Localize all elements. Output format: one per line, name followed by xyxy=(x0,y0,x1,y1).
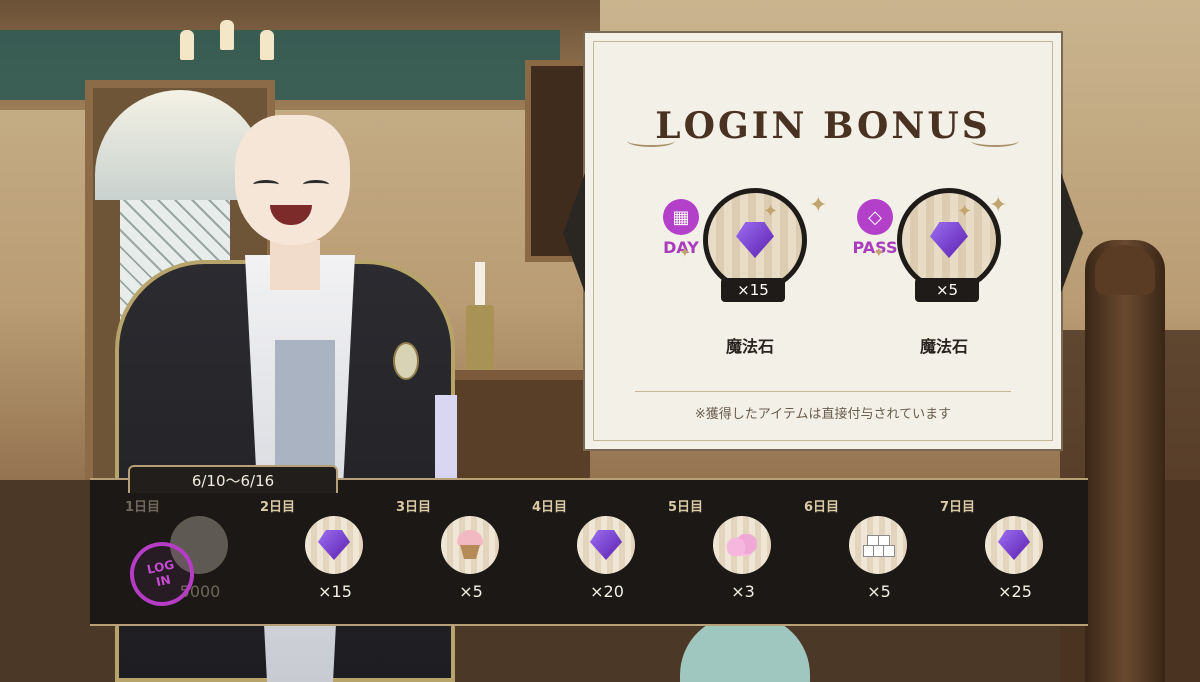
cotton-candy-shape xyxy=(727,534,757,556)
magic-stone-icon xyxy=(305,516,363,574)
day-quantity: ×15 xyxy=(318,582,352,601)
day-slot-5[interactable]: 5日目 ×3 xyxy=(668,496,798,616)
reward-quantity: ×5 xyxy=(915,278,979,302)
reward-orb xyxy=(897,188,1001,292)
diamond-icon: ◇ xyxy=(857,199,893,235)
sparkle-icon: ✦ xyxy=(763,201,779,222)
gem-shape xyxy=(590,530,622,560)
cupcake-shape xyxy=(457,530,483,560)
reward-pass[interactable]: ◇ PASS ✦ ✦ ✦ ×5 魔法石 xyxy=(839,183,1039,383)
day-slot-4[interactable]: 4日目 ×20 xyxy=(532,496,662,616)
day-quantity: ×5 xyxy=(459,582,483,601)
login-bonus-card: LOGIN BONUS ▦ DAY ✦ ✦ ✦ ×15 魔法石 ◇ PASS ✦… xyxy=(563,31,1083,451)
sugar-cubes-icon xyxy=(849,516,907,574)
day-slot-1[interactable]: 1日目 5000 LOG IN xyxy=(124,496,255,616)
card-note: ※獲得したアイテムは直接付与されています xyxy=(694,407,952,422)
magic-stone-icon xyxy=(930,222,968,258)
day-slot-6[interactable]: 6日目 ×5 xyxy=(804,496,934,616)
character-neck xyxy=(270,240,320,290)
gem-shape xyxy=(998,530,1030,560)
day-quantity: ×5 xyxy=(867,582,891,601)
reward-orb xyxy=(703,188,807,292)
gem-shape xyxy=(318,530,350,560)
day-label: 5日目 xyxy=(668,500,704,515)
reward-day[interactable]: ▦ DAY ✦ ✦ ✦ ×15 魔法石 xyxy=(645,183,845,383)
day-label: 4日目 xyxy=(532,500,568,515)
sparkle-icon: ✦ xyxy=(873,245,885,261)
day-slot-3[interactable]: 3日目 ×5 xyxy=(396,496,526,616)
sparkle-icon: ✦ xyxy=(957,201,973,222)
sugar-cubes-shape xyxy=(863,533,895,557)
sparkle-icon: ✦ xyxy=(809,193,828,218)
reward-quantity: ×15 xyxy=(721,278,785,302)
newel-post xyxy=(1085,240,1165,682)
day-quantity: ×20 xyxy=(590,582,624,601)
magic-stone-icon xyxy=(985,516,1043,574)
magic-stone-icon xyxy=(736,222,774,258)
cotton-candy-icon xyxy=(713,516,771,574)
reward-item-name: 魔法石 xyxy=(725,337,774,356)
login-schedule-bar: 1日目 5000 LOG IN 2日目 ×15 3日目 ×5 4日目 ×20 5… xyxy=(90,478,1088,626)
magic-stone-icon xyxy=(577,516,635,574)
day-slot-2[interactable]: 2日目 ×15 xyxy=(260,496,390,616)
day-quantity: ×25 xyxy=(998,582,1032,601)
candleholder xyxy=(466,305,494,375)
card-title: LOGIN BONUS xyxy=(655,105,991,147)
newel-post-cap xyxy=(1095,245,1155,295)
candle xyxy=(475,262,485,308)
day-slot-7[interactable]: 7日目 ×25 xyxy=(940,496,1070,616)
day-label: 1日目 xyxy=(125,500,161,515)
stamp-text: IN xyxy=(154,572,173,590)
sparkle-icon: ✦ xyxy=(989,193,1008,218)
character-eye-right xyxy=(303,180,329,189)
sparkle-icon: ✦ xyxy=(679,245,691,261)
character-brooch xyxy=(393,342,419,380)
day-label: 2日目 xyxy=(260,500,296,515)
day-label: 7日目 xyxy=(940,500,976,515)
day-label: 6日目 xyxy=(804,500,840,515)
card-divider xyxy=(635,391,1011,392)
day-label: 3日目 xyxy=(396,500,432,515)
reward-item-name: 魔法石 xyxy=(919,337,968,356)
period-tab: 6/10〜6/16 xyxy=(128,465,338,493)
day-quantity: ×3 xyxy=(731,582,755,601)
cupcake-icon xyxy=(441,516,499,574)
calendar-icon: ▦ xyxy=(663,199,699,235)
character-eye-left xyxy=(253,180,279,189)
character-face xyxy=(235,115,350,245)
